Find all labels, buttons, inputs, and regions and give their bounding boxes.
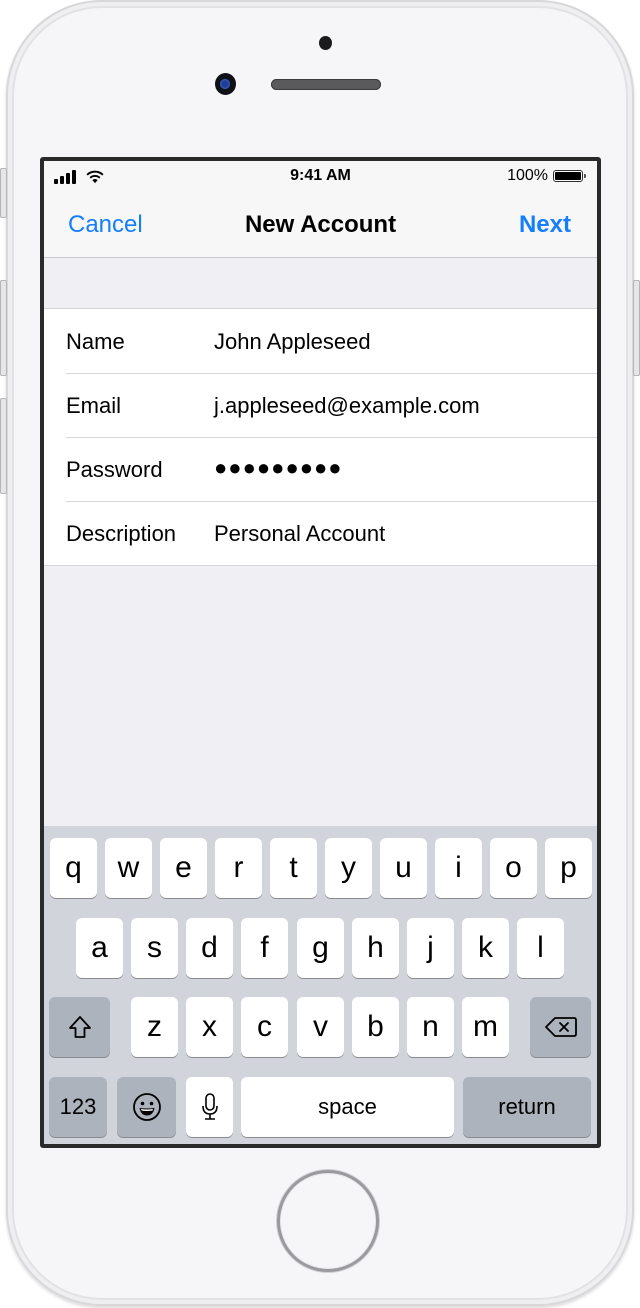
form-row-password[interactable]: Password ●●●●●●●●● [44, 437, 597, 501]
key-v[interactable]: v [297, 997, 344, 1057]
email-field[interactable]: j.appleseed@example.com [214, 393, 574, 419]
microphone-icon [201, 1093, 218, 1120]
key-p[interactable]: p [545, 838, 592, 898]
key-s[interactable]: s [131, 918, 178, 978]
key-l[interactable]: l [517, 918, 564, 978]
name-label: Name [66, 329, 125, 354]
screen: 9:41 AM 100% Cancel New Account Next Nam… [44, 161, 597, 1144]
cancel-button[interactable]: Cancel [68, 211, 143, 239]
key-j[interactable]: j [407, 918, 454, 978]
status-bar: 9:41 AM 100% [44, 161, 597, 193]
front-camera [215, 73, 236, 95]
keyboard: q w e r t y u i o p a s d f g h j k l z … [44, 826, 597, 1144]
home-button[interactable] [277, 1170, 379, 1272]
description-label: Description [66, 521, 177, 546]
return-key[interactable]: return [463, 1077, 591, 1137]
key-w[interactable]: w [105, 838, 152, 898]
shift-arrow-icon [68, 1016, 91, 1038]
battery-fill [555, 172, 581, 180]
proximity-sensor [319, 36, 332, 50]
name-field[interactable]: John Appleseed [214, 329, 574, 355]
key-n[interactable]: n [407, 997, 454, 1057]
volume-down-button [0, 398, 7, 494]
key-t[interactable]: t [270, 838, 317, 898]
key-y[interactable]: y [325, 838, 372, 898]
key-u[interactable]: u [380, 838, 427, 898]
description-field[interactable]: Personal Account [214, 521, 574, 547]
key-i[interactable]: i [435, 838, 482, 898]
space-key[interactable]: space [241, 1077, 454, 1137]
navigation-bar: Cancel New Account Next [44, 193, 597, 258]
key-e[interactable]: e [160, 838, 207, 898]
delete-key[interactable] [530, 997, 591, 1057]
earpiece-speaker [271, 79, 381, 90]
battery-percent: 100% [507, 167, 548, 184]
emoji-face-icon [132, 1093, 161, 1121]
password-label: Password [66, 457, 163, 482]
key-x[interactable]: x [186, 997, 233, 1057]
form-row-description[interactable]: Description Personal Account [44, 501, 597, 565]
key-c[interactable]: c [241, 997, 288, 1057]
key-d[interactable]: d [186, 918, 233, 978]
key-m[interactable]: m [462, 997, 509, 1057]
password-field[interactable]: ●●●●●●●●● [214, 455, 574, 481]
form-row-name[interactable]: Name John Appleseed [44, 309, 597, 373]
key-g[interactable]: g [297, 918, 344, 978]
email-label: Email [66, 393, 122, 418]
volume-up-button [0, 280, 7, 376]
key-k[interactable]: k [462, 918, 509, 978]
numbers-key[interactable]: 123 [49, 1077, 107, 1137]
next-button[interactable]: Next [519, 211, 571, 239]
key-a[interactable]: a [76, 918, 123, 978]
key-f[interactable]: f [241, 918, 288, 978]
emoji-key[interactable] [117, 1077, 176, 1137]
power-button [633, 280, 640, 376]
key-h[interactable]: h [352, 918, 399, 978]
battery-icon [553, 170, 586, 182]
key-z[interactable]: z [131, 997, 178, 1057]
mute-switch [0, 168, 7, 218]
key-r[interactable]: r [215, 838, 262, 898]
battery-group: 100% [507, 167, 586, 185]
key-b[interactable]: b [352, 997, 399, 1057]
account-form: Name John Appleseed Email j.appleseed@ex… [44, 308, 597, 566]
form-row-email[interactable]: Email j.appleseed@example.com [44, 373, 597, 437]
dictation-key[interactable] [186, 1077, 233, 1137]
shift-key[interactable] [49, 997, 110, 1057]
backspace-icon [544, 1017, 577, 1037]
key-q[interactable]: q [50, 838, 97, 898]
key-o[interactable]: o [490, 838, 537, 898]
